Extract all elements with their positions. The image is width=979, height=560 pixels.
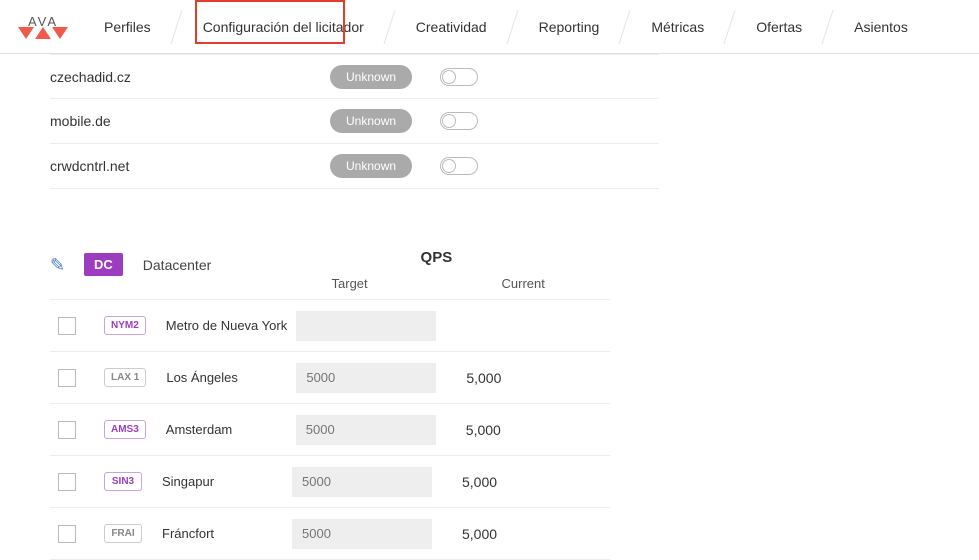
dc-code-badge: FRAI <box>104 524 142 543</box>
domain-row: czechadid.cz Unknown <box>50 54 659 99</box>
dc-code-badge: LAX 1 <box>104 368 146 387</box>
target-input[interactable] <box>296 311 436 341</box>
dc-code-badge: NYM2 <box>104 316 146 335</box>
qps-row: FRAI Fráncfort 5,000 <box>50 508 610 560</box>
row-checkbox[interactable] <box>58 525 76 543</box>
nav-asientos[interactable]: Asientos <box>828 0 934 54</box>
logo-icon <box>18 27 68 39</box>
qps-section: ✎ DC Datacenter QPS Target Current NYM2 M… <box>50 249 610 560</box>
datacenter-column-header: Datacenter <box>143 249 263 273</box>
dc-location: Fráncfort <box>162 526 292 541</box>
status-badge: Unknown <box>330 109 412 133</box>
nav-configuracion[interactable]: Configuración del licitador <box>177 0 390 54</box>
current-value: 5,000 <box>462 474 522 490</box>
domain-list: czechadid.cz Unknown mobile.de Unknown c… <box>50 54 659 189</box>
dc-location: Los Ángeles <box>166 370 296 385</box>
target-input[interactable] <box>296 415 436 445</box>
qps-title: QPS <box>263 249 610 266</box>
qps-header: ✎ DC Datacenter QPS Target Current <box>50 249 610 300</box>
nav-metricas[interactable]: Métricas <box>625 0 730 54</box>
toggle-switch[interactable] <box>440 112 478 130</box>
domain-name: czechadid.cz <box>50 69 330 85</box>
row-checkbox[interactable] <box>58 369 76 387</box>
dc-code-badge: SIN3 <box>104 472 142 491</box>
target-column-header: Target <box>263 276 437 291</box>
target-input[interactable] <box>292 519 432 549</box>
current-value: 5,000 <box>462 526 522 542</box>
target-input[interactable] <box>296 363 436 393</box>
toggle-switch[interactable] <box>440 68 478 86</box>
qps-row: NYM2 Metro de Nueva York <box>50 300 610 352</box>
dc-location: Singapur <box>162 474 292 489</box>
dc-code-badge: AMS3 <box>104 420 146 439</box>
target-input[interactable] <box>292 467 432 497</box>
current-value: 5,000 <box>466 422 526 438</box>
nav-creatividad[interactable]: Creatividad <box>390 0 513 54</box>
qps-row: LAX 1 Los Ángeles 5,000 <box>50 352 610 404</box>
logo[interactable]: AVA <box>18 14 68 39</box>
dc-location: Amsterdam <box>166 422 296 437</box>
dc-location: Metro de Nueva York <box>166 318 296 333</box>
dc-badge: DC <box>84 253 123 276</box>
qps-row: AMS3 Amsterdam 5,000 <box>50 404 610 456</box>
edit-icon[interactable]: ✎ <box>50 249 84 276</box>
row-checkbox[interactable] <box>58 473 76 491</box>
domain-name: mobile.de <box>50 113 330 129</box>
toggle-switch[interactable] <box>440 157 478 175</box>
qps-row: SIN3 Singapur 5,000 <box>50 456 610 508</box>
nav-items: Perfiles Configuración del licitador Cre… <box>78 0 979 54</box>
status-badge: Unknown <box>330 154 412 178</box>
row-checkbox[interactable] <box>58 421 76 439</box>
nav-ofertas[interactable]: Ofertas <box>730 0 828 54</box>
nav-reporting[interactable]: Reporting <box>513 0 626 54</box>
nav-perfiles[interactable]: Perfiles <box>78 0 177 54</box>
top-nav: AVA Perfiles Configuración del licitador… <box>0 0 979 54</box>
domain-name: crwdcntrl.net <box>50 158 330 174</box>
domain-row: mobile.de Unknown <box>50 99 659 144</box>
status-badge: Unknown <box>330 65 412 89</box>
row-checkbox[interactable] <box>58 317 76 335</box>
current-value: 5,000 <box>466 370 526 386</box>
current-column-header: Current <box>436 276 610 291</box>
domain-row: crwdcntrl.net Unknown <box>50 144 659 189</box>
